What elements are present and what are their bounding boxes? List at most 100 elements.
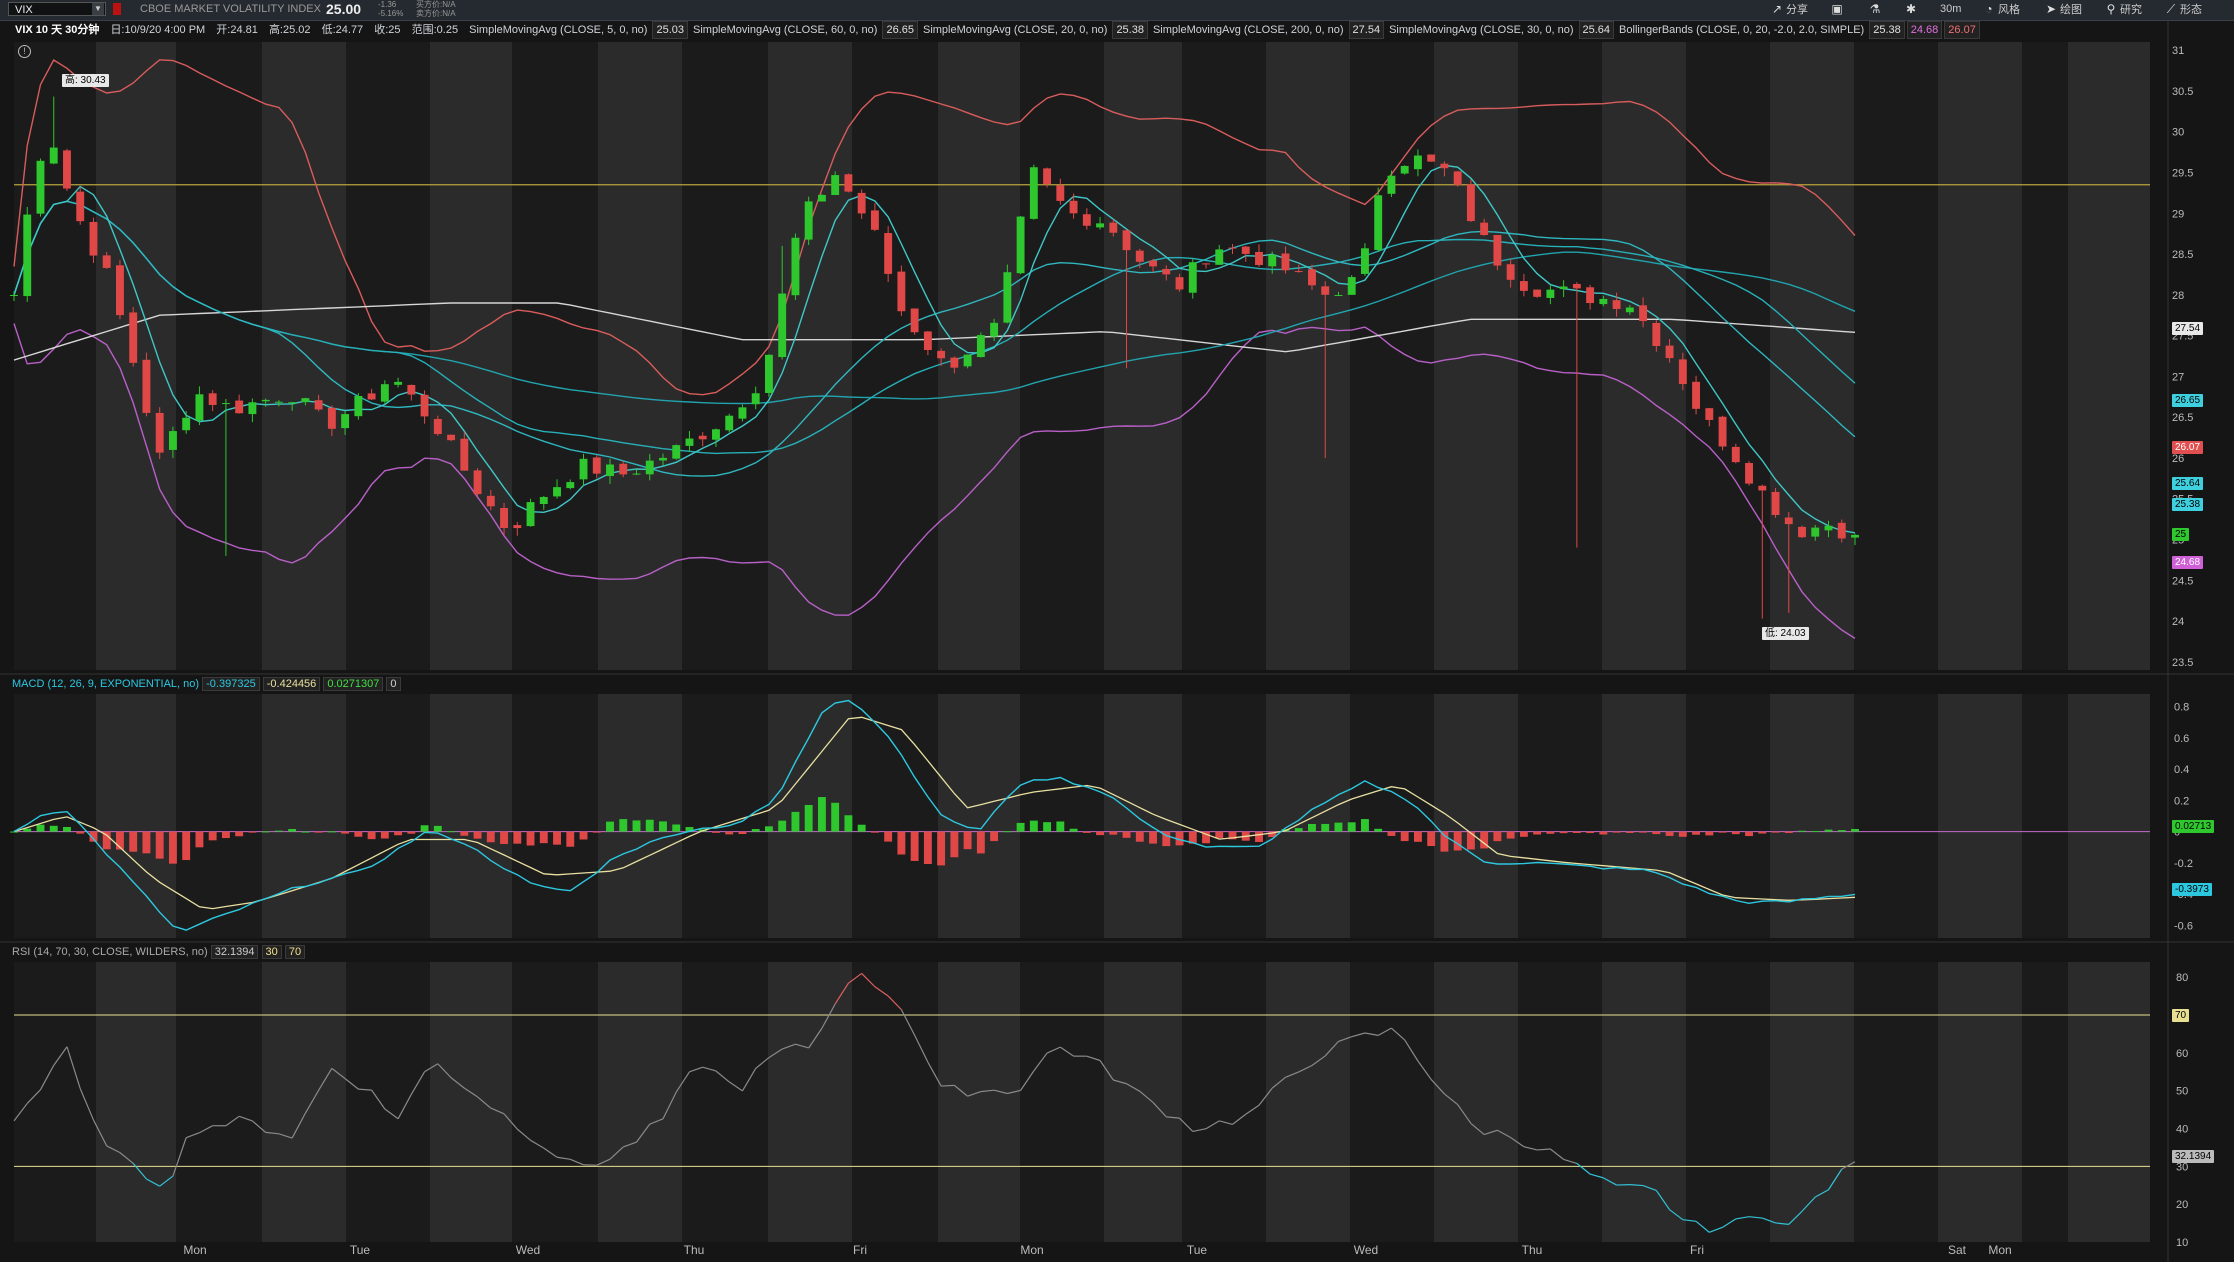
- bar-high: 高:25.02: [268, 24, 311, 36]
- symbol-dropdown-icon[interactable]: ▼: [92, 3, 104, 15]
- macd-histogram-bar: [645, 819, 654, 832]
- candle-body: [447, 434, 456, 441]
- study-label[interactable]: SimpleMovingAvg (CLOSE, 5, 0, no): [466, 22, 650, 38]
- candle-body: [632, 473, 641, 475]
- candle-body: [1175, 277, 1184, 290]
- macd-histogram-bar: [1692, 831, 1701, 835]
- candle-body: [1811, 527, 1820, 537]
- research-label: 研究: [2120, 4, 2142, 16]
- macd-histogram-bar: [976, 831, 985, 854]
- study-label[interactable]: BollingerBands (CLOSE, 0, 20, -2.0, 2.0,…: [1616, 22, 1867, 38]
- macd-histogram-bar: [1029, 820, 1038, 832]
- patterns-icon: ⟋: [2166, 2, 2176, 16]
- candle-body: [1546, 289, 1555, 298]
- layout-icon: ▣: [1831, 2, 1843, 16]
- candle-body: [460, 438, 469, 471]
- macd-histogram-bar: [407, 831, 416, 834]
- rsi-tick-label: 30: [2176, 1161, 2188, 1173]
- candle-body: [142, 359, 151, 413]
- macd-histogram-bar: [1016, 822, 1025, 832]
- interval-button[interactable]: 30m: [1940, 2, 1961, 17]
- macd-histogram-bar: [142, 831, 151, 854]
- patterns-button[interactable]: ⟋ 形态: [2164, 2, 2202, 17]
- style-button[interactable]: ◔ 风格: [1982, 2, 2020, 17]
- rsi-label[interactable]: RSI (14, 70, 30, CLOSE, WILDERS, no): [12, 946, 208, 958]
- session-shade: [1104, 42, 1182, 670]
- layout-button[interactable]: ▣: [1830, 2, 1846, 17]
- price-tick-label: 24.5: [2172, 575, 2193, 587]
- candle-body: [606, 464, 614, 477]
- macd-histogram-bar: [1784, 831, 1793, 834]
- session-shade: [938, 694, 1020, 938]
- macd-histogram-bar: [1665, 831, 1674, 836]
- settings-button[interactable]: ✱: [1904, 2, 1920, 17]
- study-value: 25.38: [1112, 21, 1148, 39]
- macd-histogram-bar: [1625, 831, 1634, 833]
- macd-histogram-bar: [129, 831, 138, 852]
- flask-button[interactable]: ⚗: [1868, 2, 1884, 17]
- macd-histogram-bar: [1559, 831, 1568, 834]
- macd-histogram-bar: [23, 828, 32, 832]
- macd-histogram-bar: [1308, 823, 1316, 832]
- macd-histogram-bar: [950, 831, 959, 858]
- candle-body: [274, 401, 283, 403]
- tag-sma60: 26.65: [2172, 394, 2204, 407]
- macd-histogram-bar: [778, 820, 787, 832]
- bar-close: 收:25: [374, 24, 401, 36]
- candle-body: [354, 395, 363, 417]
- macd-histogram-bar: [1109, 831, 1118, 835]
- macd-histogram-bar: [500, 831, 508, 845]
- macd-histogram-bar: [1731, 831, 1740, 835]
- candle-body: [1241, 246, 1250, 254]
- study-label[interactable]: SimpleMovingAvg (CLOSE, 20, 0, no): [920, 22, 1110, 38]
- macd-histogram-bar: [1639, 831, 1648, 833]
- study-label[interactable]: SimpleMovingAvg (CLOSE, 200, 0, no): [1150, 22, 1347, 38]
- macd-histogram-bar: [420, 825, 429, 832]
- candle-body: [314, 400, 323, 410]
- study-label[interactable]: SimpleMovingAvg (CLOSE, 60, 0, no): [690, 22, 880, 38]
- study-value: 25.64: [1578, 21, 1615, 39]
- macd-histogram-bar: [36, 824, 45, 832]
- candle-body: [764, 354, 773, 393]
- info-icon[interactable]: !: [18, 45, 31, 58]
- research-button[interactable]: ⚲ 研究: [2104, 2, 2142, 17]
- macd-histogram-bar: [592, 831, 601, 833]
- macd-histogram-bar: [1361, 819, 1369, 832]
- candle-body: [553, 487, 561, 497]
- macd-histogram-bar: [1400, 831, 1409, 842]
- change-value: -1.36: [378, 0, 397, 9]
- macd-histogram-bar: [1043, 822, 1052, 832]
- macd-histogram-bar: [274, 830, 283, 832]
- session-shade: [1104, 962, 1182, 1242]
- macd-histogram-bar: [526, 831, 535, 846]
- high-marker: 高: 30.43: [62, 74, 109, 87]
- macd-histogram-bar: [1798, 830, 1806, 832]
- session-shade: [598, 962, 682, 1242]
- draw-button[interactable]: ➤ 绘图: [2044, 2, 2082, 17]
- session-shade: [1266, 42, 1350, 670]
- macd-histogram-bar: [579, 831, 588, 840]
- macd-histogram-bar: [1612, 831, 1621, 833]
- link-flag-icon[interactable]: [113, 3, 121, 15]
- study-label[interactable]: SimpleMovingAvg (CLOSE, 30, 0, no): [1386, 22, 1576, 38]
- session-shade: [2068, 42, 2150, 670]
- candle-body: [1387, 175, 1396, 194]
- chart-period[interactable]: VIX 10 天 30分钟: [12, 22, 102, 38]
- study-value: 27.54: [1348, 21, 1385, 39]
- cursor-icon: ➤: [2045, 2, 2057, 16]
- candle-body: [1162, 268, 1171, 275]
- candle-body: [513, 525, 522, 529]
- day-axis-label: Tue: [350, 1243, 371, 1257]
- style-icon: ◔: [1985, 2, 1993, 16]
- candle-body: [1149, 260, 1157, 267]
- candle-body: [1043, 168, 1052, 185]
- macd-label[interactable]: MACD (12, 26, 9, EXPONENTIAL, no): [12, 678, 199, 690]
- price-tick-label: 31: [2172, 45, 2184, 57]
- tag-macd-diff: 0.02713: [2172, 820, 2215, 833]
- session-shade: [1602, 962, 1686, 1242]
- macd-histogram-bar: [1122, 831, 1131, 838]
- rsi-tick-label: 80: [2176, 972, 2188, 984]
- tag-last: 25: [2172, 528, 2190, 541]
- candle-body: [235, 400, 244, 414]
- share-button[interactable]: ↗ 分享: [1770, 2, 1808, 17]
